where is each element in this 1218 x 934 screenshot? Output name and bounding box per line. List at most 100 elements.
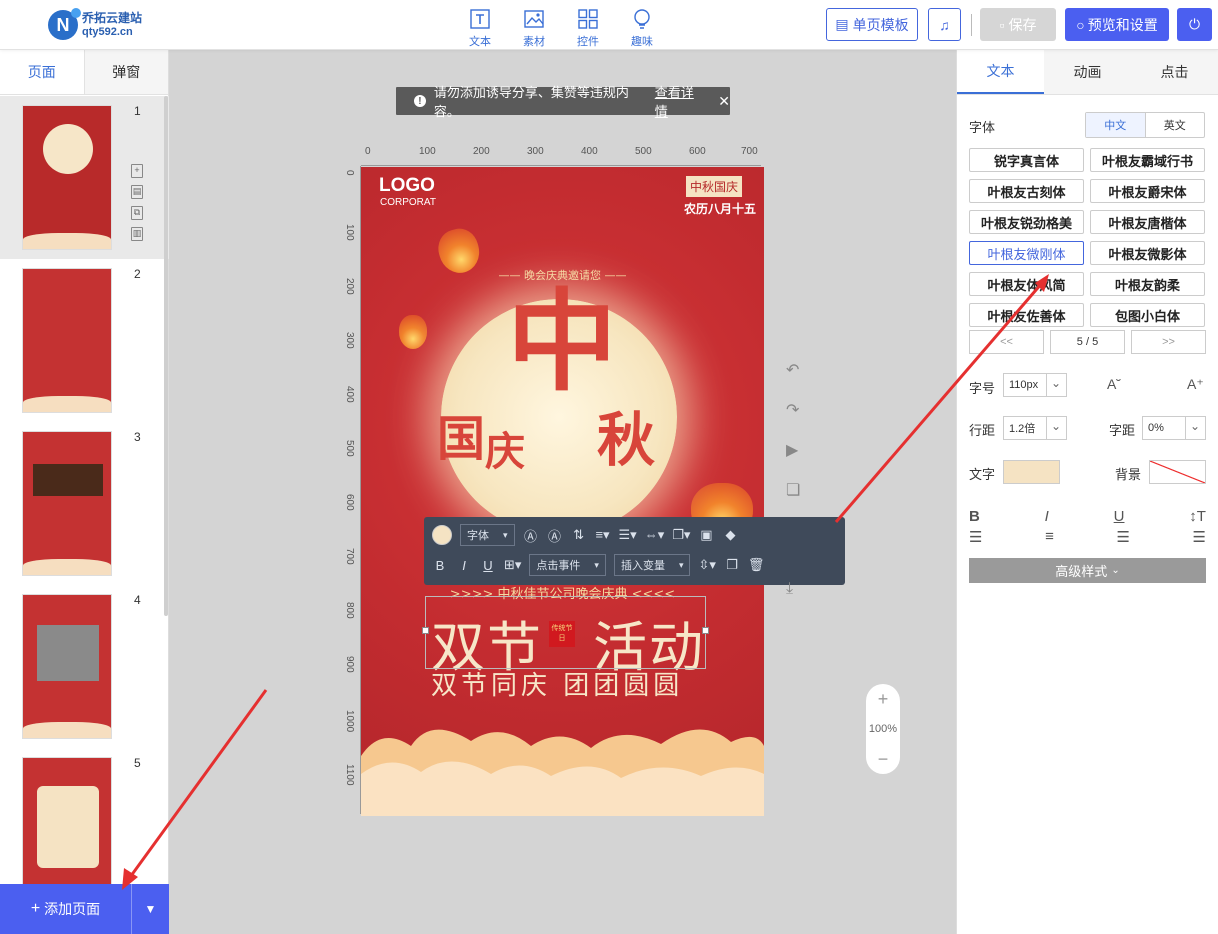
prev-page-button[interactable]: << [969, 330, 1044, 354]
page-thumbnail[interactable] [22, 757, 112, 886]
poster-calligraphy-zhong[interactable]: 中 [507, 287, 617, 397]
page-item-4[interactable]: 4 [0, 585, 169, 748]
poster-logo-sub[interactable]: CORPORAT [380, 197, 436, 208]
vertical-align-icon[interactable]: ⇳▾ [698, 557, 715, 573]
preview-settings-button[interactable]: ○ 预览和设置 [1065, 8, 1169, 41]
text-color-swatch[interactable] [432, 525, 452, 545]
advanced-style-button[interactable]: 高级样式 ⌄ [969, 558, 1206, 583]
italic-icon[interactable]: I [1045, 508, 1049, 525]
eraser-icon[interactable]: ◆ [722, 527, 738, 543]
font-option-selected[interactable]: 叶根友微刚体 [969, 241, 1084, 265]
text-direction-icon[interactable]: ⇅ [571, 527, 587, 543]
font-option[interactable]: 包图小白体 [1090, 303, 1205, 327]
vertical-text-icon[interactable]: ↕T [1189, 508, 1206, 525]
brand-logo[interactable]: N 乔拓云建站 qty592.cn [48, 7, 142, 43]
resize-handle[interactable] [422, 627, 429, 634]
click-event-dropdown[interactable]: 点击事件 [529, 554, 606, 576]
page-item-1[interactable]: 1 + ▤ ⧉ ▥ [0, 96, 169, 259]
underline-icon[interactable]: U [480, 558, 496, 573]
letter-spacing-select[interactable]: 0% [1142, 416, 1206, 440]
bold-icon[interactable]: B [969, 508, 980, 525]
align-justify-icon[interactable]: ☰ [1193, 528, 1206, 546]
next-page-button[interactable]: >> [1131, 330, 1206, 354]
background-color-picker[interactable] [1149, 460, 1206, 484]
font-size-decrease-icon[interactable]: Ⓐ [523, 526, 539, 545]
poster-calligraphy-qing[interactable]: 庆 [485, 419, 525, 477]
font-option[interactable]: 叶根友微影体 [1090, 241, 1205, 265]
tab-text[interactable]: 文本 [957, 50, 1044, 94]
font-size-select[interactable]: 110px [1003, 373, 1067, 397]
increase-font-icon[interactable]: A⁺ [1187, 376, 1204, 393]
poster-canvas[interactable]: LOGO CORPORAT 中秋国庆 农历八月十五 —— 晚会庆典邀请您 —— … [361, 167, 764, 816]
zoom-out-icon[interactable]: − [878, 750, 889, 768]
poster-calligraphy-guo[interactable]: 国 [437, 399, 485, 469]
download-icon[interactable]: ⤓ [786, 580, 800, 598]
lantern-image[interactable] [399, 315, 427, 349]
selection-frame[interactable] [422, 596, 709, 669]
insert-variable-dropdown[interactable]: 插入变量 [613, 554, 691, 576]
line-height-select[interactable]: 1.2倍 [1003, 416, 1067, 440]
resize-handle[interactable] [702, 627, 709, 634]
font-size-increase-icon[interactable]: Ⓐ [547, 526, 563, 545]
poster-logo[interactable]: LOGO [379, 175, 435, 197]
page-list-scrollbar[interactable] [164, 96, 168, 616]
add-page-button[interactable]: + 添加页面 [0, 884, 132, 934]
exit-button[interactable]: ⏻ [1177, 8, 1212, 41]
spacing-icon[interactable]: ⇔▾ [645, 527, 665, 543]
single-page-template-button[interactable]: ▤ 单页模板 [826, 8, 918, 41]
music-button[interactable]: ♫ [928, 8, 961, 41]
poster-calligraphy-qiu[interactable]: 秋 [597, 393, 655, 477]
layers-icon[interactable]: ❏ [786, 480, 800, 500]
undo-icon[interactable]: ↶ [786, 360, 800, 380]
align-right-icon[interactable]: ☰ [1116, 528, 1129, 546]
page-thumbnail[interactable] [22, 105, 112, 250]
lang-english[interactable]: 英文 [1146, 113, 1205, 137]
layer-icon[interactable]: ❐▾ [672, 527, 690, 543]
tool-image[interactable]: 素材 [520, 8, 548, 49]
list-icon[interactable]: ☰▾ [619, 527, 637, 543]
font-option[interactable]: 叶根友锐劲格美 [969, 210, 1084, 234]
align-icon[interactable]: ≡▾ [595, 527, 611, 543]
font-option[interactable]: 叶根友韵柔 [1090, 272, 1205, 296]
font-option[interactable]: 锐字真言体 [969, 148, 1084, 172]
font-option[interactable]: 叶根友唐楷体 [1090, 210, 1205, 234]
page-thumbnail[interactable] [22, 594, 112, 739]
font-option[interactable]: 叶根友古刻体 [969, 179, 1084, 203]
font-option[interactable]: 叶根友佐善体 [969, 303, 1084, 327]
trash-icon[interactable]: 🗑 [748, 557, 765, 573]
font-option[interactable]: 叶根友体风简 [969, 272, 1084, 296]
delete-icon[interactable]: ▥ [131, 227, 143, 241]
tab-pages[interactable]: 页面 [0, 50, 85, 94]
copy-icon[interactable]: ❐ [724, 557, 740, 573]
text-bg-icon[interactable]: ▣ [698, 527, 714, 543]
tool-widget[interactable]: 控件 [574, 8, 602, 49]
save-button[interactable]: ▫ 保存 [980, 8, 1056, 41]
align-left-icon[interactable]: ☰ [969, 528, 982, 546]
tab-popups[interactable]: 弹窗 [84, 50, 168, 94]
add-page-dropdown[interactable]: ▼ [132, 884, 169, 934]
play-icon[interactable]: ▶ [786, 440, 800, 460]
font-option[interactable]: 叶根友霸域行书 [1090, 148, 1205, 172]
page-item-2[interactable]: 2 [0, 259, 169, 422]
page-thumbnail[interactable] [22, 268, 112, 413]
position-icon[interactable]: ⊞▾ [504, 557, 521, 573]
poster-badge[interactable]: 中秋国庆 [686, 176, 743, 197]
cloud-decoration[interactable] [361, 716, 764, 816]
font-option[interactable]: 叶根友爵宋体 [1090, 179, 1205, 203]
duplicate-icon[interactable]: ⧉ [131, 206, 143, 220]
tool-fun[interactable]: 趣味 [628, 8, 656, 49]
poster-tagline[interactable]: 双节同庆 团团圆圆 [431, 665, 683, 702]
poster-lunar-date[interactable]: 农历八月十五 [684, 200, 756, 217]
italic-icon[interactable]: I [456, 558, 472, 573]
copy-page-icon[interactable]: ▤ [131, 185, 143, 199]
add-page-icon[interactable]: + [131, 164, 143, 178]
close-icon[interactable]: ✕ [718, 93, 730, 110]
tool-text[interactable]: 文本 [466, 8, 494, 49]
redo-icon[interactable]: ↷ [786, 400, 800, 420]
lang-chinese[interactable]: 中文 [1086, 113, 1146, 137]
zoom-in-icon[interactable]: + [878, 690, 889, 708]
decrease-font-icon[interactable]: A˘ [1107, 376, 1121, 392]
tab-animation[interactable]: 动画 [1044, 50, 1131, 94]
page-item-3[interactable]: 3 [0, 422, 169, 585]
notice-details-link[interactable]: 查看详情 [655, 82, 707, 120]
